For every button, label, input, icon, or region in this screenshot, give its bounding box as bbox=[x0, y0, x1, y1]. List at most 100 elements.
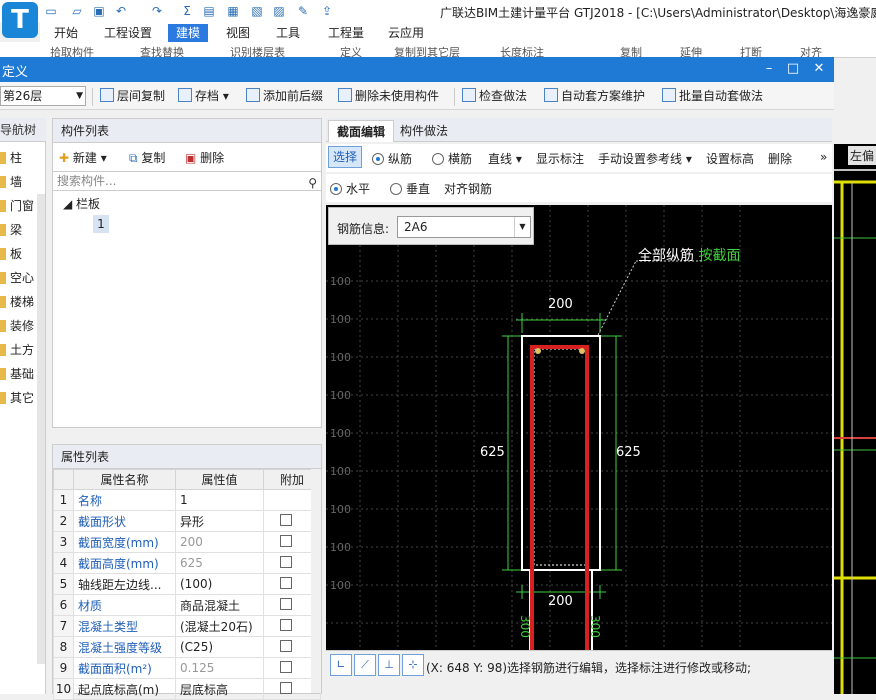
report-icon[interactable]: ▤ bbox=[202, 4, 216, 18]
nav-item-hollow[interactable]: 空心 bbox=[0, 266, 34, 290]
tab-tools[interactable]: 工具 bbox=[268, 24, 308, 42]
set-elevation-button[interactable]: 设置标高 bbox=[706, 150, 754, 167]
property-row[interactable]: 6 材质 商品混凝土 bbox=[53, 594, 321, 616]
property-row[interactable]: 3 截面宽度(mm) 200 bbox=[53, 531, 321, 553]
nav-item-column[interactable]: 柱 bbox=[0, 146, 22, 170]
batch-icon[interactable]: ▨ bbox=[272, 4, 286, 18]
export-icon[interactable]: ⇪ bbox=[320, 4, 334, 18]
extra-checkbox[interactable] bbox=[280, 639, 292, 652]
open-file-icon[interactable]: ▱ bbox=[70, 4, 84, 18]
delete-component-button[interactable]: ▣ 删除 bbox=[185, 149, 224, 166]
component-search-input[interactable]: 搜索构件... ⚲ bbox=[53, 171, 321, 191]
nav-item-stair[interactable]: 楼梯 bbox=[0, 290, 34, 314]
save-icon[interactable]: ▣ bbox=[92, 4, 106, 18]
long-rebar-radio[interactable]: 纵筋 bbox=[372, 150, 412, 167]
property-row[interactable]: 4 截面高度(mm) 625 bbox=[53, 552, 321, 574]
property-value[interactable]: (C25) bbox=[175, 636, 264, 658]
property-value[interactable]: 异形 bbox=[175, 510, 264, 532]
rebar-info-input[interactable]: 2A6 ▼ bbox=[397, 216, 531, 238]
property-value[interactable]: 层底标高 bbox=[175, 678, 264, 700]
tree-item-1[interactable]: 1 bbox=[93, 215, 109, 233]
dim-height-right[interactable]: 625 bbox=[616, 445, 641, 460]
align-rebar-button[interactable]: 对齐钢筋 bbox=[444, 180, 492, 197]
nav-item-wall[interactable]: 墙 bbox=[0, 170, 22, 194]
extra-checkbox[interactable] bbox=[280, 597, 292, 610]
property-row[interactable]: 10 起点底标高(m) 层底标高 bbox=[53, 678, 321, 700]
find-replace-button[interactable]: 查找替换 bbox=[140, 44, 184, 57]
close-icon[interactable]: ✕ bbox=[808, 59, 830, 79]
minimize-icon[interactable]: – bbox=[758, 59, 780, 79]
dim-300-left[interactable]: 300 bbox=[518, 615, 532, 638]
tree-root-railing[interactable]: ◢ 栏板 bbox=[63, 195, 100, 212]
dim-300-right[interactable]: 300 bbox=[588, 615, 602, 638]
dim-width-bottom[interactable]: 200 bbox=[548, 594, 573, 609]
property-value[interactable]: (100) bbox=[175, 573, 264, 595]
property-row[interactable]: 9 截面面积(m²) 0.125 bbox=[53, 657, 321, 679]
copy-button[interactable]: 复制 bbox=[620, 44, 642, 57]
extra-checkbox[interactable] bbox=[280, 534, 292, 547]
horizontal-radio[interactable]: 水平 bbox=[330, 180, 370, 197]
property-row[interactable]: 1 名称 1 bbox=[53, 489, 321, 511]
property-row[interactable]: 7 混凝土类型 (混凝土20石) bbox=[53, 615, 321, 637]
archive-button[interactable]: 存档 ▾ bbox=[178, 88, 229, 106]
extra-checkbox[interactable] bbox=[280, 618, 292, 631]
property-value[interactable]: 商品混凝土 bbox=[175, 594, 264, 616]
auto-scheme-button[interactable]: 自动套方案维护 bbox=[544, 88, 645, 106]
nav-item-decoration[interactable]: 装修 bbox=[0, 314, 34, 338]
property-value[interactable]: (混凝土20石) bbox=[175, 615, 264, 637]
select-button[interactable]: 选择 bbox=[328, 146, 363, 168]
check-method-button[interactable]: 检查做法 bbox=[462, 88, 527, 106]
dynamic-input-icon[interactable]: ⊹ bbox=[402, 654, 424, 676]
property-value[interactable]: 1 bbox=[175, 489, 264, 511]
property-row[interactable]: 5 轴线距左边线... (100) bbox=[53, 573, 321, 595]
cad-viewport[interactable]: 左偏 bbox=[834, 58, 876, 694]
manual-ref-line-button[interactable]: 手动设置参考线 ▾ bbox=[598, 150, 692, 167]
batch-auto-button[interactable]: 批量自动套做法 bbox=[662, 88, 763, 106]
redo-icon[interactable]: ↷ bbox=[150, 4, 164, 18]
vertical-radio[interactable]: 垂直 bbox=[390, 180, 430, 197]
add-prefix-suffix-button[interactable]: 添加前后缀 bbox=[246, 88, 323, 106]
nav-item-slab[interactable]: 板 bbox=[0, 242, 22, 266]
tab-section-edit[interactable]: 截面编辑 bbox=[328, 120, 395, 142]
tab-project-settings[interactable]: 工程设置 bbox=[96, 24, 160, 42]
new-component-button[interactable]: ✚ 新建 ▾ bbox=[59, 149, 107, 166]
tab-start[interactable]: 开始 bbox=[46, 24, 86, 42]
nav-scrollbar[interactable] bbox=[37, 194, 45, 664]
extra-checkbox[interactable] bbox=[280, 576, 292, 589]
property-row[interactable]: 8 混凝土强度等级 (C25) bbox=[53, 636, 321, 658]
tab-modeling[interactable]: 建模 bbox=[168, 24, 209, 42]
extra-checkbox[interactable] bbox=[280, 660, 292, 673]
line-mode-dropdown[interactable]: 直线 ▾ bbox=[488, 150, 522, 167]
extra-checkbox[interactable] bbox=[280, 555, 292, 568]
maximize-icon[interactable]: □ bbox=[782, 59, 804, 79]
snap-icon[interactable]: ⟋ bbox=[354, 654, 376, 676]
undo-icon[interactable]: ↶ bbox=[114, 4, 128, 18]
property-row[interactable]: 2 截面形状 异形 bbox=[53, 510, 321, 532]
tab-view[interactable]: 视图 bbox=[218, 24, 258, 42]
section-canvas[interactable]: 100 100 100 100 100 100 100 100 100 全部纵筋… bbox=[326, 205, 832, 650]
rebar-annotation[interactable]: 全部纵筋 按截面 bbox=[638, 245, 740, 265]
pen-icon[interactable]: ✎ bbox=[296, 4, 310, 18]
calc-icon[interactable]: ▧ bbox=[250, 4, 264, 18]
copy-to-layer-button[interactable]: 复制到其它层 bbox=[394, 44, 460, 57]
property-value[interactable]: 200 bbox=[175, 531, 264, 553]
perpendicular-icon[interactable]: ⊥ bbox=[378, 654, 400, 676]
delete-unused-button[interactable]: 删除未使用构件 bbox=[338, 88, 439, 106]
pick-component-button[interactable]: 拾取构件 bbox=[50, 44, 94, 57]
delete-button[interactable]: 删除 bbox=[768, 150, 792, 167]
property-value[interactable]: 0.125 bbox=[175, 657, 264, 679]
ortho-icon[interactable]: ∟ bbox=[330, 654, 352, 676]
stirrup-radio[interactable]: 横筋 bbox=[432, 150, 472, 167]
search-icon[interactable]: ⚲ bbox=[308, 174, 317, 192]
extend-button[interactable]: 延伸 bbox=[680, 44, 702, 57]
new-file-icon[interactable]: ▭ bbox=[44, 4, 58, 18]
extra-checkbox[interactable] bbox=[280, 513, 292, 526]
property-value[interactable]: 625 bbox=[175, 552, 264, 574]
break-button[interactable]: 打断 bbox=[740, 44, 762, 57]
copy-component-button[interactable]: ⧉ 复制 bbox=[129, 149, 165, 166]
more-icon[interactable]: » bbox=[820, 150, 827, 164]
extra-checkbox[interactable] bbox=[280, 681, 292, 694]
nav-item-other[interactable]: 其它 bbox=[0, 386, 34, 410]
dim-width-top[interactable]: 200 bbox=[548, 297, 573, 312]
dim-height-left[interactable]: 625 bbox=[480, 445, 505, 460]
